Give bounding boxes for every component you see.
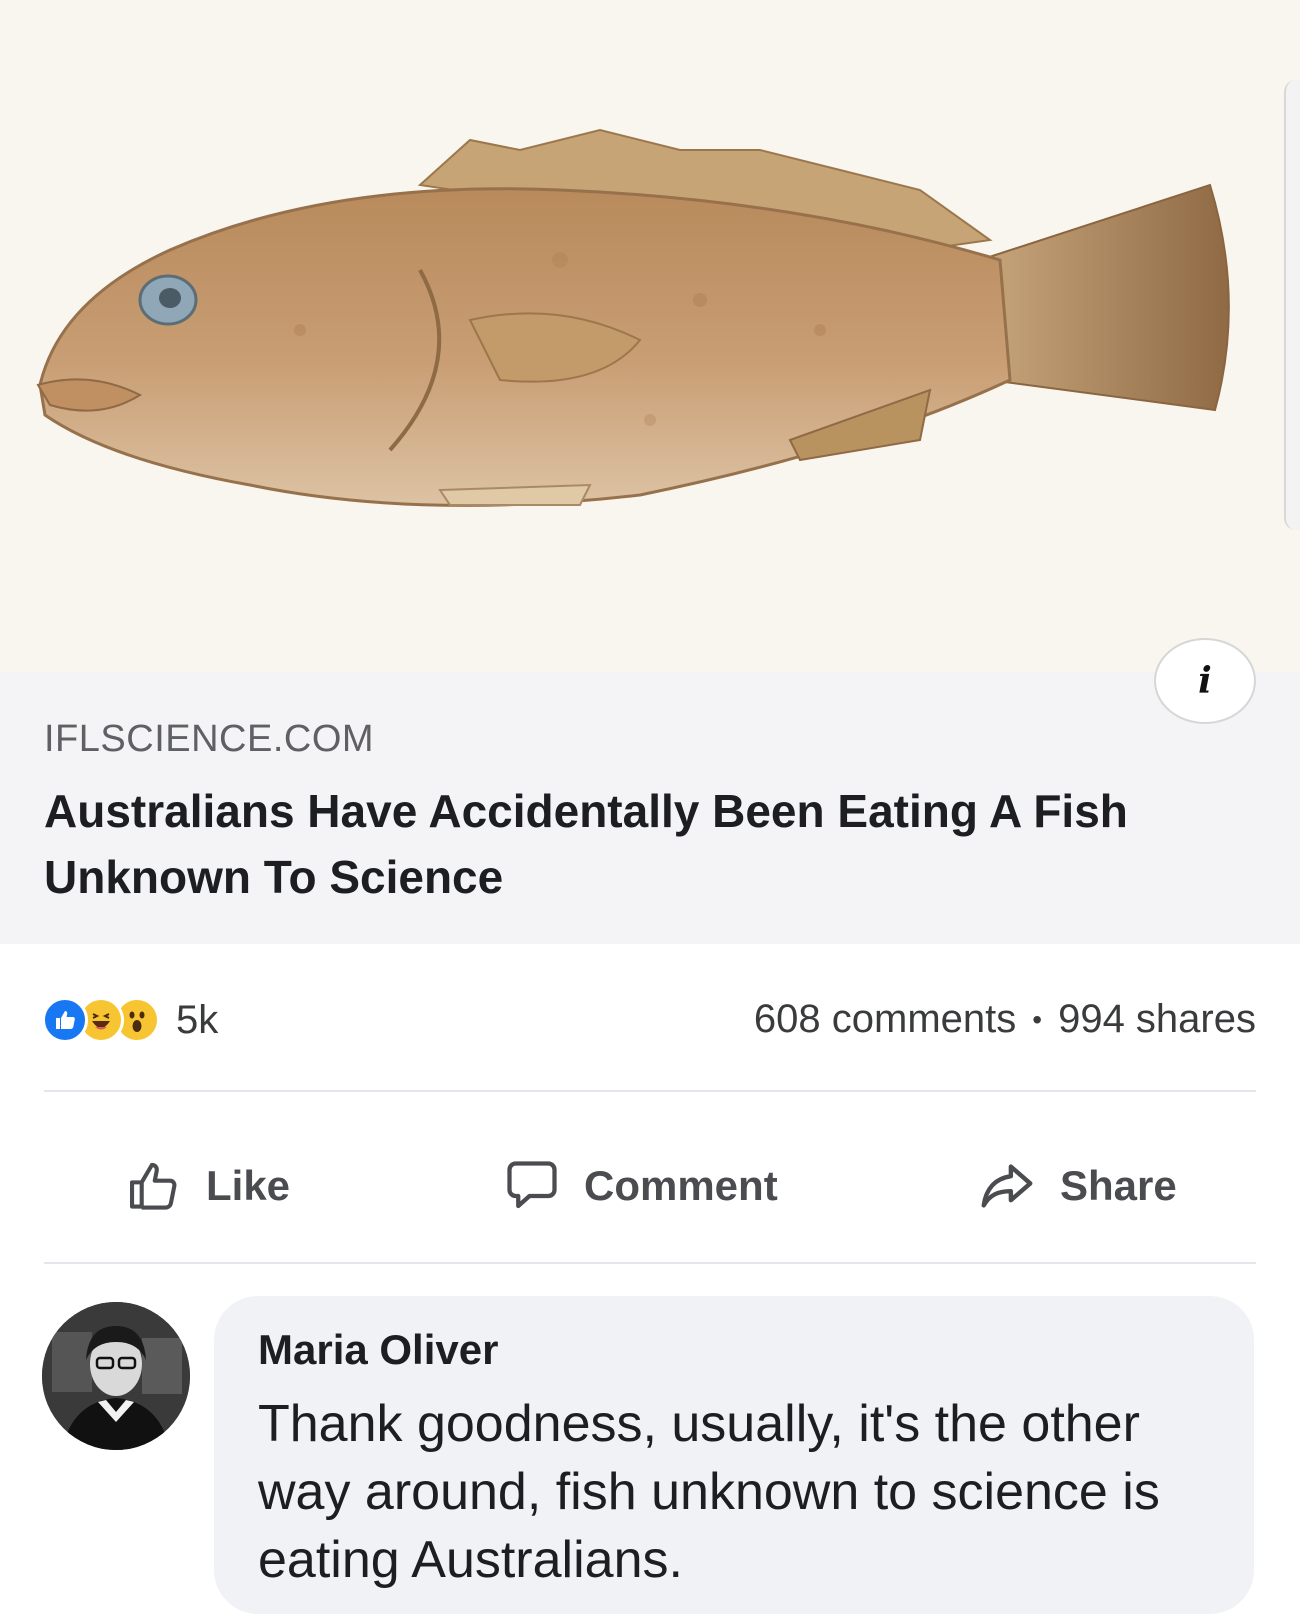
post-stats: 608 comments • 994 shares <box>754 997 1256 1042</box>
info-icon[interactable]: i <box>1154 638 1256 724</box>
like-button[interactable]: Like <box>126 1138 290 1234</box>
link-domain: IFLSCIENCE.COM <box>44 718 375 760</box>
like-label: Like <box>206 1162 291 1209</box>
post-actions: Like Comment Share <box>0 1138 1300 1234</box>
stats-separator: • <box>1032 1003 1043 1035</box>
comment-icon <box>507 1161 557 1209</box>
thumbs-up-icon <box>129 1162 177 1210</box>
share-label: Share <box>1060 1162 1177 1209</box>
reactions-summary[interactable]: 5k <box>42 995 218 1045</box>
divider-top <box>44 1090 1256 1092</box>
divider-bottom <box>44 1262 1256 1264</box>
comment-author[interactable]: Maria Oliver <box>258 1326 498 1374</box>
comments-count[interactable]: 608 comments <box>754 997 1016 1042</box>
avatar[interactable] <box>42 1302 190 1450</box>
link-title[interactable]: Australians Have Accidentally Been Eatin… <box>44 778 1244 910</box>
fish-illustration <box>36 128 1230 507</box>
link-preview-image[interactable] <box>0 0 1300 672</box>
reaction-count: 5k <box>176 997 219 1042</box>
comment-button[interactable]: Comment <box>502 1138 778 1234</box>
share-icon <box>981 1164 1033 1208</box>
scroll-edge <box>1284 80 1300 530</box>
shares-count[interactable]: 994 shares <box>1058 997 1256 1042</box>
comment-label: Comment <box>584 1162 778 1209</box>
share-button[interactable]: Share <box>976 1138 1177 1234</box>
comment-text: Thank goodness, usually, it's the other … <box>258 1395 1160 1589</box>
like-reaction-icon <box>42 997 88 1043</box>
